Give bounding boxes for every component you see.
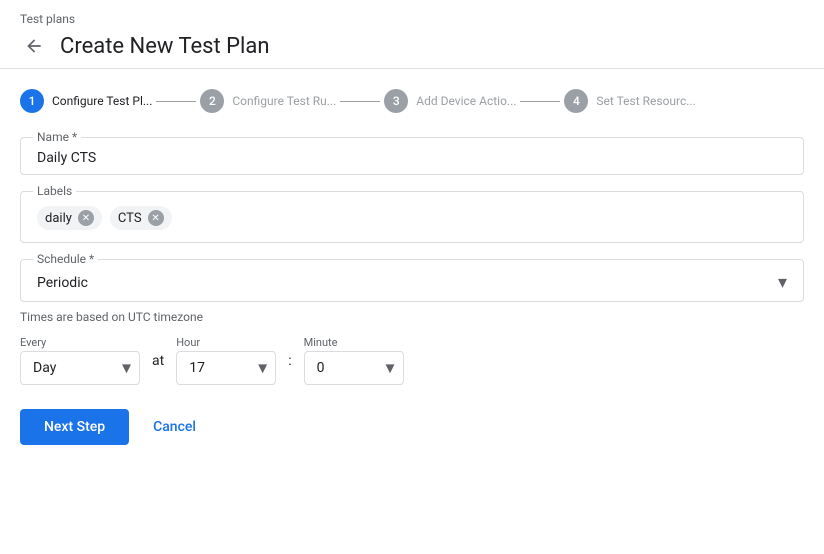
chip-daily-text: daily [45,211,72,226]
step-2-label: Configure Test Ru... [232,94,336,108]
next-step-button[interactable]: Next Step [20,409,129,445]
hour-wrapper: Hour 17 ▾ [176,336,276,385]
step-4: 4 Set Test Resourc... [564,89,695,113]
chip-cts-close[interactable]: ✕ [148,210,164,226]
chip-cts-text: CTS [118,211,142,226]
minute-select[interactable]: 0 ▾ [304,351,404,385]
breadcrumb: Test plans [20,12,804,26]
chip-daily-close[interactable]: ✕ [78,210,94,226]
name-label: Name [33,130,81,144]
at-label: at [152,353,164,369]
minute-wrapper: Minute 0 ▾ [304,336,404,385]
step-1-circle: 1 [20,89,44,113]
schedule-label: Schedule [33,252,98,266]
hour-label: Hour [176,336,276,349]
step-4-label: Set Test Resourc... [596,94,695,108]
step-3-circle: 3 [384,89,408,113]
step-connector-3 [520,101,560,102]
hour-arrow-icon: ▾ [258,358,267,379]
step-2-circle: 2 [200,89,224,113]
periodic-row: Every Day ▾ at Hour 17 ▾ : Minute 0 ▾ [20,336,804,385]
step-connector-2 [340,101,380,102]
step-1-label: Configure Test Pl... [52,94,152,108]
hour-value: 17 [189,360,205,376]
colon-separator: : [288,353,291,369]
step-2: 2 Configure Test Ru... [200,89,336,113]
step-connector-1 [156,101,196,102]
schedule-select-inner: Periodic ▾ [37,272,787,293]
step-1: 1 Configure Test Pl... [20,89,152,113]
step-3-label: Add Device Actio... [416,94,516,108]
every-arrow-icon: ▾ [122,358,131,379]
labels-field-container: Labels daily ✕ CTS ✕ [20,191,804,243]
schedule-value: Periodic [37,275,88,291]
stepper: 1 Configure Test Pl... 2 Configure Test … [20,89,804,113]
cancel-button[interactable]: Cancel [145,409,204,445]
chip-cts: CTS ✕ [110,206,172,230]
every-label: Every [20,336,140,349]
minute-value: 0 [317,360,325,376]
labels-inner: daily ✕ CTS ✕ [37,202,787,230]
every-wrapper: Every Day ▾ [20,336,140,385]
back-button[interactable] [20,32,48,60]
labels-label: Labels [33,184,76,198]
hour-select[interactable]: 17 ▾ [176,351,276,385]
schedule-arrow-icon: ▾ [778,272,787,293]
every-value: Day [33,360,56,376]
every-select[interactable]: Day ▾ [20,351,140,385]
chip-daily: daily ✕ [37,206,102,230]
schedule-field-container[interactable]: Schedule Periodic ▾ [20,259,804,302]
button-row: Next Step Cancel [20,409,804,445]
name-field-container: Name [20,137,804,175]
minute-arrow-icon: ▾ [386,358,395,379]
page-title: Create New Test Plan [60,34,270,59]
timezone-note: Times are based on UTC timezone [20,310,804,324]
step-4-circle: 4 [564,89,588,113]
step-3: 3 Add Device Actio... [384,89,516,113]
name-input[interactable] [37,150,787,166]
minute-label: Minute [304,336,404,349]
